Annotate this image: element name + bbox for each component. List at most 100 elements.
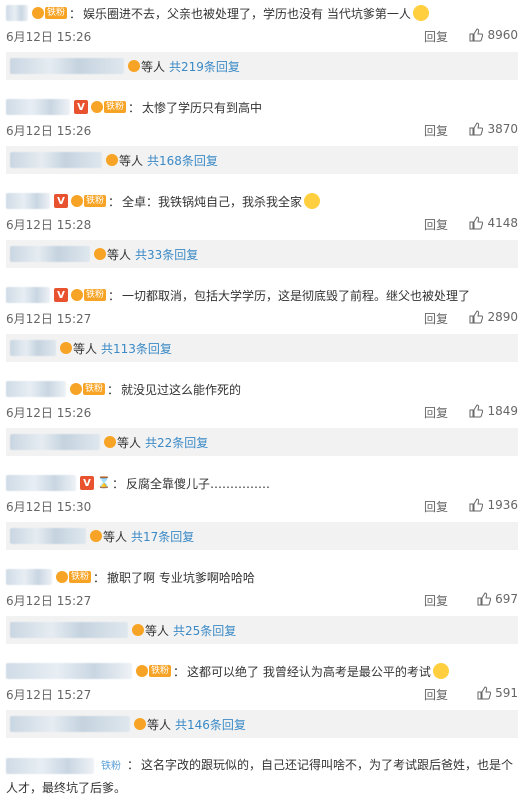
others-label: 等人 — [73, 341, 98, 356]
reply-count-link[interactable]: 共113条回复 — [101, 340, 172, 357]
comment-date: 6月12日 15:26 — [6, 124, 92, 138]
thumbs-up-icon — [469, 122, 484, 136]
emoji-icon — [432, 663, 449, 679]
reply-summary[interactable]: 等人 共17条回复 — [6, 522, 518, 550]
thumbs-up-icon — [469, 498, 484, 512]
username[interactable] — [6, 757, 94, 774]
reply-button[interactable]: 回复 — [424, 28, 448, 45]
reply-count-link[interactable]: 共146条回复 — [175, 716, 246, 733]
like-count: 2890 — [487, 310, 518, 324]
like-count: 591 — [495, 686, 518, 700]
comment-date: 6月12日 15:27 — [6, 312, 92, 326]
reply-button[interactable]: 回复 — [424, 498, 448, 515]
fan-badge: 铁粉 — [104, 101, 127, 113]
fan-badge: 铁粉 — [84, 289, 107, 301]
reply-summary[interactable]: 等人 共168条回复 — [6, 146, 518, 174]
emoji-icon — [304, 193, 321, 209]
comment-text: 一切都取消，包括大学学历，这是彻底毁了前程。继父也被处理了 — [122, 288, 471, 303]
others-label: 等人 — [103, 529, 128, 544]
username[interactable] — [6, 99, 70, 115]
fan-badge: 铁粉 — [83, 383, 106, 395]
fan-badge: 铁粉 — [101, 761, 121, 772]
others-label: 等人 — [147, 717, 172, 732]
thumbs-up-icon — [477, 686, 492, 700]
vip-badge: V — [80, 476, 94, 490]
reply-usernames — [10, 716, 130, 732]
fan-icon — [128, 60, 140, 72]
fan-icon — [91, 101, 103, 113]
reply-summary[interactable]: 等人 共22条回复 — [6, 428, 518, 456]
comment-meta: 6月12日 15:27 回复 591 — [6, 684, 518, 702]
like-button[interactable]: 2890 — [469, 310, 518, 324]
like-count: 1849 — [487, 404, 518, 418]
like-button[interactable]: 4148 — [469, 216, 518, 230]
vip-badge: V — [54, 288, 68, 302]
comment-line: 铁粉 ： 这都可以绝了 我曾经认为高考是最公平的考试 — [6, 660, 518, 682]
thumbs-up-icon — [469, 28, 484, 42]
comment-line: V 铁粉 ： 全卓：我铁锅炖自己，我杀我全家 — [6, 190, 518, 212]
comment-meta: 6月12日 15:27 回复 697 — [6, 590, 518, 608]
reply-summary[interactable]: 等人 共25条回复 — [6, 616, 518, 644]
fan-icon — [56, 571, 68, 583]
vip-badge: V — [54, 194, 68, 208]
comment: V ⌛ ： 反腐全靠傻儿子…………… 6月12日 15:30 回复 1936 等… — [0, 470, 524, 564]
like-button[interactable]: 591 — [477, 686, 518, 700]
reply-count-link[interactable]: 共168条回复 — [147, 152, 218, 169]
others-label: 等人 — [145, 623, 170, 638]
comment-line: 铁粉 ： 撤职了啊 专业坑爹啊哈哈哈 — [6, 566, 518, 588]
emoji-icon — [412, 5, 429, 21]
like-count: 1936 — [487, 498, 518, 512]
reply-summary[interactable]: 等人 共113条回复 — [6, 334, 518, 362]
username[interactable] — [6, 381, 66, 397]
fan-icon — [60, 342, 72, 354]
comment: 铁粉 ： 撤职了啊 专业坑爹啊哈哈哈 6月12日 15:27 回复 697 等人… — [0, 564, 524, 658]
reply-usernames — [10, 434, 100, 450]
comment-date: 6月12日 15:27 — [6, 688, 92, 702]
others-label: 等人 — [141, 59, 166, 74]
fan-icon — [71, 289, 83, 301]
comment-meta: 6月12日 15:30 回复 1936 — [6, 496, 518, 514]
comment-line: V 铁粉 ： 太惨了学历只有到高中 — [6, 96, 518, 118]
like-button[interactable]: 1936 — [469, 498, 518, 512]
like-button[interactable]: 697 — [477, 592, 518, 606]
reply-button[interactable]: 回复 — [424, 310, 448, 327]
reply-count-link[interactable]: 共17条回复 — [131, 528, 194, 545]
reply-usernames — [10, 152, 102, 168]
comment: 铁粉 ： 就没见过这么能作死的 6月12日 15:26 回复 1849 等人 共… — [0, 376, 524, 470]
like-button[interactable]: 8960 — [469, 28, 518, 42]
reply-usernames — [10, 622, 128, 638]
reply-count-link[interactable]: 共22条回复 — [145, 434, 208, 451]
fan-icon — [71, 195, 83, 207]
comment-last: 铁粉：这名字改的跟玩似的，自己还记得叫啥不，为了考试跟后爸姓，也是个人才，最终坑… — [6, 757, 514, 795]
comment: V 铁粉 ： 太惨了学历只有到高中 6月12日 15:26 回复 3870 等人… — [0, 94, 524, 188]
comment-text: 太惨了学历只有到高中 — [142, 100, 263, 115]
username[interactable] — [6, 193, 50, 209]
comment: V 铁粉 ： 全卓：我铁锅炖自己，我杀我全家 6月12日 15:28 回复 41… — [0, 188, 524, 282]
fan-badge: 铁粉 — [69, 571, 92, 583]
reply-summary[interactable]: 等人 共33条回复 — [6, 240, 518, 268]
username[interactable] — [6, 5, 28, 21]
like-count: 4148 — [487, 216, 518, 230]
reply-count-link[interactable]: 共33条回复 — [135, 246, 198, 263]
reply-summary[interactable]: 等人 共146条回复 — [6, 710, 518, 738]
reply-button[interactable]: 回复 — [424, 216, 448, 233]
fan-badge: 铁粉 — [149, 665, 172, 677]
fan-icon — [94, 248, 106, 260]
like-button[interactable]: 3870 — [469, 122, 518, 136]
username[interactable] — [6, 663, 132, 679]
like-button[interactable]: 1849 — [469, 404, 518, 418]
reply-button[interactable]: 回复 — [424, 686, 448, 703]
reply-button[interactable]: 回复 — [424, 404, 448, 421]
reply-summary[interactable]: 等人 共219条回复 — [6, 52, 518, 80]
username[interactable] — [6, 287, 50, 303]
reply-count-link[interactable]: 共25条回复 — [173, 622, 236, 639]
reply-usernames — [10, 340, 56, 356]
fan-icon — [134, 718, 146, 730]
fan-badge: 铁粉 — [45, 7, 68, 19]
username[interactable] — [6, 475, 76, 491]
username[interactable] — [6, 569, 52, 585]
fan-icon — [70, 383, 82, 395]
reply-button[interactable]: 回复 — [424, 122, 448, 139]
reply-button[interactable]: 回复 — [424, 592, 448, 609]
reply-count-link[interactable]: 共219条回复 — [169, 58, 240, 75]
